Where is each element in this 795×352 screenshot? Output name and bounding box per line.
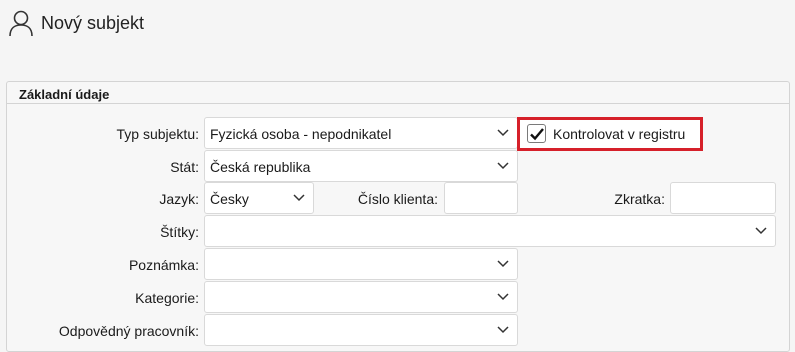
stitky-label: Štítky: <box>160 224 199 240</box>
page-title: Nový subjekt <box>41 12 145 33</box>
stitky-select[interactable] <box>204 215 776 247</box>
kategorie-select[interactable] <box>204 281 518 313</box>
kontrolovat-label: Kontrolovat v registru <box>553 126 686 142</box>
section-title: Základní údaje <box>7 82 789 104</box>
chevron-down-icon <box>497 129 509 137</box>
user-icon <box>8 9 34 37</box>
stat-select[interactable]: Česká republika <box>204 150 518 182</box>
jazyk-label: Jazyk: <box>159 191 199 207</box>
odpovedny-select[interactable] <box>204 314 518 346</box>
typ-subjektu-select[interactable]: Fyzická osoba - nepodnikatel <box>204 117 518 149</box>
page-header: Nový subjekt <box>8 8 144 38</box>
jazyk-value: Česky <box>210 191 249 207</box>
jazyk-select[interactable]: Česky <box>204 182 314 214</box>
poznamka-select[interactable] <box>204 248 518 280</box>
kategorie-label: Kategorie: <box>135 290 199 306</box>
chevron-down-icon <box>293 194 305 202</box>
cislo-klienta-label: Číslo klienta: <box>357 191 438 207</box>
chevron-down-icon <box>497 162 509 170</box>
odpovedny-label: Odpovědný pracovník: <box>58 323 199 339</box>
stat-value: Česká republika <box>210 159 311 175</box>
typ-subjektu-value: Fyzická osoba - nepodnikatel <box>210 126 392 142</box>
checkmark-icon <box>530 128 544 141</box>
chevron-down-icon <box>497 260 509 268</box>
poznamka-label: Poznámka: <box>128 257 199 273</box>
chevron-down-icon <box>497 326 509 334</box>
zkratka-label: Zkratka: <box>614 191 665 207</box>
kontrolovat-checkbox-wrapper[interactable]: Kontrolovat v registru <box>517 117 703 151</box>
typ-subjektu-label: Typ subjektu: <box>116 126 200 142</box>
cislo-klienta-input[interactable] <box>444 182 518 214</box>
chevron-down-icon <box>497 293 509 301</box>
zkratka-input[interactable] <box>670 182 776 214</box>
kontrolovat-checkbox[interactable] <box>527 124 546 143</box>
stat-label: Stát: <box>170 159 199 175</box>
chevron-down-icon <box>755 227 767 235</box>
